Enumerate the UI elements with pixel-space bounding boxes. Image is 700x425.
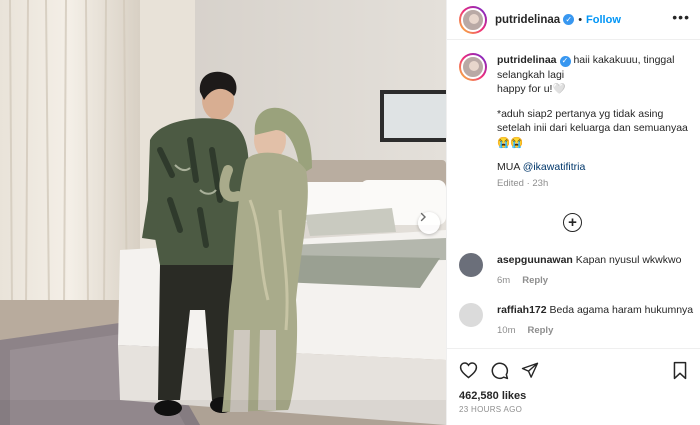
comment-time: 6m — [497, 275, 511, 286]
comment-avatar[interactable] — [459, 253, 483, 277]
action-icons — [459, 359, 688, 381]
comment-meta: 10m Reply — [497, 324, 693, 338]
comment-icon[interactable] — [490, 361, 509, 380]
comment-text: Kapan nyusul wkwkwo — [575, 254, 682, 266]
comment-meta: 6m Reply — [497, 274, 681, 288]
edited-time: 23h — [532, 177, 549, 189]
caption-para2: *aduh siap2 pertanya yg tidak asing sete… — [497, 107, 688, 149]
couple-photo-illustration — [0, 0, 446, 425]
post-actions: 462,580 likes 23 HOURS AGO — [447, 348, 700, 425]
caption: putridelinaa ✓ haii kakakuuu, tinggal sel… — [459, 53, 688, 191]
mua-mention-link[interactable]: @ikawatifitria — [523, 161, 586, 173]
edited-label: Edited — [497, 177, 524, 189]
caption-mua: MUA @ikawatifitria — [497, 160, 688, 175]
caption-line2: happy for u!🤍 — [497, 83, 566, 95]
caption-meta: Edited · 23h — [497, 177, 688, 192]
more-options-icon[interactable]: ••• — [672, 10, 690, 24]
reply-button[interactable]: Reply — [522, 275, 548, 286]
likes-count[interactable]: 462,580 likes — [459, 390, 688, 402]
post-header: putridelinaa ✓ • Follow ••• — [447, 0, 700, 40]
verified-badge-icon: ✓ — [559, 55, 571, 67]
follow-button[interactable]: Follow — [586, 14, 621, 26]
separator-dot: • — [578, 13, 583, 26]
heart-icon-svg — [459, 362, 478, 379]
bookmark-icon[interactable] — [672, 361, 688, 380]
comment-icon-svg — [491, 362, 509, 379]
bookmark-icon-svg — [673, 361, 687, 379]
reply-button[interactable]: Reply — [527, 325, 553, 336]
post-photo[interactable] — [0, 0, 446, 425]
comment-username[interactable]: raffiah172 — [497, 304, 547, 316]
caption-body: putridelinaa ✓ haii kakakuuu, tinggal sel… — [497, 53, 688, 191]
header-username[interactable]: putridelinaa — [495, 14, 560, 26]
comment-item: asepguunawan Kapan nyusul wkwkwo 6m Reply — [459, 253, 681, 288]
caption-username[interactable]: putridelinaa — [497, 54, 557, 66]
comment-time: 10m — [497, 325, 516, 336]
share-icon-svg — [521, 362, 539, 378]
avatar[interactable] — [459, 5, 487, 34]
comment-item: raffiah172 Beda agama haram hukumnya 10m… — [459, 303, 693, 338]
caption-avatar[interactable] — [459, 53, 487, 81]
comment-body: asepguunawan Kapan nyusul wkwkwo 6m Reply — [497, 253, 681, 288]
post-timestamp: 23 HOURS AGO — [459, 405, 523, 414]
next-photo-button[interactable] — [418, 212, 440, 234]
comment-body: raffiah172 Beda agama haram hukumnya 10m… — [497, 303, 693, 338]
comment-text: Beda agama haram hukumnya — [549, 304, 694, 316]
plus-circle-icon[interactable]: + — [563, 213, 582, 232]
mua-label: MUA — [497, 161, 520, 173]
heart-icon[interactable] — [459, 361, 478, 379]
share-icon[interactable] — [521, 361, 539, 379]
post-side-panel: putridelinaa ✓ • Follow ••• putridelinaa… — [446, 0, 700, 425]
comments-section[interactable]: putridelinaa ✓ haii kakakuuu, tinggal sel… — [447, 41, 700, 347]
comment-username[interactable]: asepguunawan — [497, 254, 573, 266]
verified-badge-icon: ✓ — [563, 14, 575, 25]
chevron-right-icon — [420, 212, 426, 222]
comment-avatar[interactable] — [459, 303, 483, 327]
